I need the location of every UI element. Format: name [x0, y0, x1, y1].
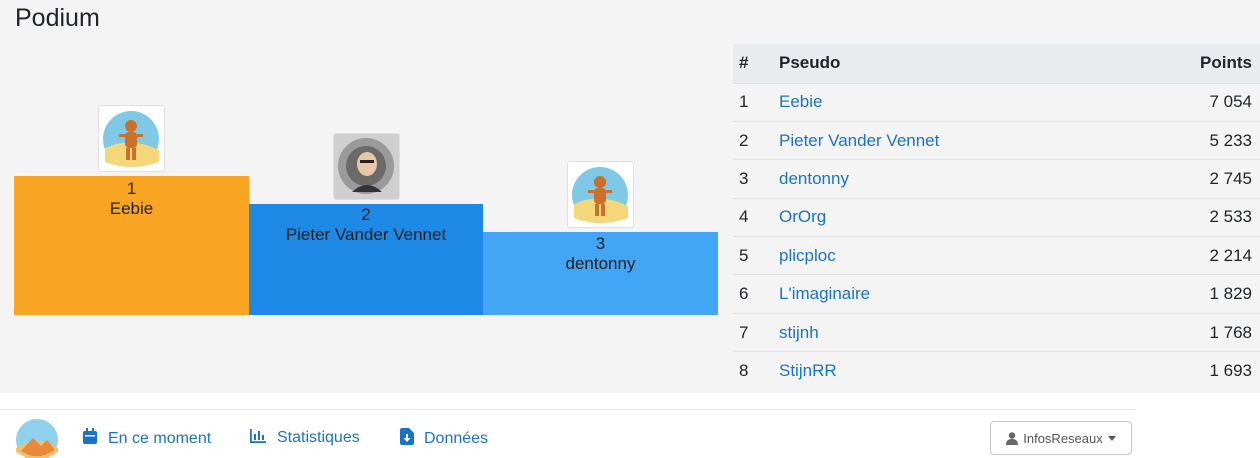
ranking-table: # Pseudo Points 1 Eebie 7 054 2 Pieter V…	[733, 44, 1260, 391]
podium-rank: 1	[126, 179, 137, 198]
avatar-first[interactable]	[98, 105, 165, 172]
podium-step-third: 3 dentonny	[483, 232, 718, 315]
podium-panel: Podium 1 Eebie 2 Pieter Vander Vennet 3 …	[0, 0, 1260, 393]
table-row: 6 L'imaginaire 1 829	[733, 274, 1260, 314]
rank-cell: 1	[733, 82, 773, 122]
points-cell: 5 233	[1125, 120, 1260, 160]
nav-donnees[interactable]: Données	[400, 428, 488, 448]
rank-cell: 2	[733, 120, 773, 160]
pseudo-link[interactable]: Eebie	[773, 82, 1126, 122]
points-cell: 7 054	[1125, 82, 1260, 122]
mascot-avatar-icon	[103, 111, 159, 167]
file-download-icon	[400, 428, 414, 445]
pseudo-link[interactable]: OrOrg	[773, 197, 1126, 237]
table-row: 4 OrOrg 2 533	[733, 197, 1260, 237]
podium-name[interactable]: Pieter Vander Vennet	[249, 225, 483, 245]
pseudo-link[interactable]: L'imaginaire	[773, 274, 1126, 314]
rank-cell: 3	[733, 159, 773, 199]
rank-cell: 7	[733, 312, 773, 352]
column-header-points[interactable]: Points	[1125, 44, 1260, 83]
podium-name[interactable]: dentonny	[483, 254, 718, 274]
table-row: 5 plicploc 2 214	[733, 236, 1260, 275]
podium-step-first: 1 Eebie	[14, 176, 249, 315]
rank-cell: 4	[733, 197, 773, 237]
pseudo-link[interactable]: dentonny	[773, 159, 1126, 199]
pseudo-link[interactable]: StijnRR	[773, 351, 1126, 391]
caret-down-icon	[1107, 435, 1116, 441]
nav-statistiques[interactable]: Statistiques	[249, 428, 360, 447]
points-cell: 1 693	[1125, 351, 1260, 391]
points-cell: 2 214	[1125, 236, 1260, 275]
rank-cell: 5	[733, 236, 773, 275]
avatar-third[interactable]	[567, 161, 634, 228]
table-row: 8 StijnRR 1 693	[733, 351, 1260, 391]
footer-nav: En ce moment Statistiques Données InfosR…	[0, 409, 1135, 458]
pseudo-link[interactable]: plicploc	[773, 236, 1126, 275]
user-icon	[1006, 431, 1019, 445]
podium-rank: 3	[595, 234, 606, 253]
calendar-icon	[83, 428, 97, 444]
points-cell: 1 768	[1125, 312, 1260, 352]
table-row: 1 Eebie 7 054	[733, 82, 1260, 122]
podium-step-second: 2 Pieter Vander Vennet	[249, 204, 483, 315]
table-header-row: # Pseudo Points	[733, 44, 1260, 83]
rank-cell: 8	[733, 351, 773, 391]
podium-name[interactable]: Eebie	[14, 199, 249, 219]
podium-title: Podium	[15, 4, 100, 32]
rank-cell: 6	[733, 274, 773, 314]
nav-label: En ce moment	[108, 430, 212, 447]
points-cell: 1 829	[1125, 274, 1260, 314]
mascot-avatar-icon	[572, 167, 628, 223]
points-cell: 2 533	[1125, 197, 1260, 237]
nav-en-ce-moment[interactable]: En ce moment	[82, 428, 211, 448]
app-logo-icon[interactable]	[15, 418, 59, 458]
table-row: 2 Pieter Vander Vennet 5 233	[733, 120, 1260, 160]
bar-chart-icon	[250, 429, 266, 443]
pseudo-link[interactable]: stijnh	[773, 312, 1126, 352]
avatar-second[interactable]	[333, 133, 400, 200]
nav-label: Données	[424, 430, 489, 447]
points-cell: 2 745	[1125, 159, 1260, 199]
user-name: InfosReseaux	[1023, 430, 1103, 446]
column-header-pseudo[interactable]: Pseudo	[773, 44, 1126, 83]
column-header-rank[interactable]: #	[733, 44, 773, 83]
table-row: 3 dentonny 2 745	[733, 159, 1260, 199]
user-menu-button[interactable]: InfosReseaux	[990, 421, 1132, 455]
nav-label: Statistiques	[277, 429, 360, 446]
table-row: 7 stijnh 1 768	[733, 312, 1260, 352]
photo-avatar-icon	[334, 134, 399, 199]
podium-rank: 2	[361, 205, 371, 224]
pseudo-link[interactable]: Pieter Vander Vennet	[773, 120, 1126, 160]
